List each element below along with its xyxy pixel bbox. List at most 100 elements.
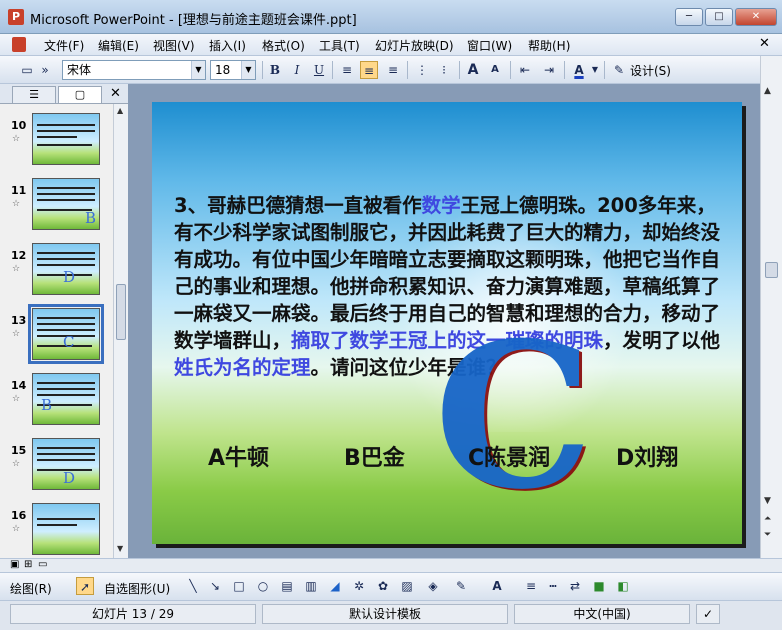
slide-editing-area: 3、哥赫巴德猜想一直被看作数学王冠上德明珠。200多年来，有不少科学家试图制服它… [128,84,760,558]
clipart-icon[interactable]: ✿ [374,577,392,595]
scroll-down-icon[interactable]: ▼ [764,496,771,506]
chevron-down-icon[interactable]: ▼ [590,61,600,79]
menu-tools[interactable]: 工具(T) [319,37,360,54]
menu-edit[interactable]: 编辑(E) [98,37,139,54]
scroll-up-icon[interactable]: ▲ [117,106,123,115]
slide-thumbnail-10[interactable] [32,113,100,165]
font-color-draw-icon[interactable]: A [488,577,506,595]
minimize-button[interactable]: ─ [675,8,703,26]
select-pointer-icon[interactable]: ➚ [76,577,94,595]
shadow-icon[interactable]: ■ [590,577,608,595]
menu-file[interactable]: 文件(F) [44,37,84,54]
slide-thumbnail-14[interactable]: B [32,373,100,425]
outline-tab[interactable]: ☰ [12,86,56,103]
scroll-up-icon[interactable]: ▲ [764,86,771,96]
slides-pane: ☰ ▢ ✕ 10 ☆ 11 ☆ B 12 ☆ D 13 ☆ C 14 ☆ B 1… [0,84,128,558]
textbox-icon[interactable]: ▤ [278,577,296,595]
maximize-button[interactable]: □ [705,8,733,26]
sorter-view-icon[interactable]: ⊞ [24,559,32,570]
line-icon[interactable]: ╲ [184,577,202,595]
scroll-thumb[interactable] [765,262,778,278]
grow-font-button[interactable]: A [464,61,482,79]
next-slide-icon[interactable]: ⏷ [764,530,771,540]
3d-icon[interactable]: ◧ [614,577,632,595]
close-pane-icon[interactable]: ✕ [110,86,121,101]
design-button[interactable]: 设计(S) [630,62,671,79]
answer-a[interactable]: A牛顿 [208,440,269,472]
align-center-icon[interactable]: ≡ [360,61,378,79]
transition-icon[interactable]: ☆ [12,394,20,404]
transition-icon[interactable]: ☆ [12,524,20,534]
rectangle-icon[interactable]: □ [230,577,248,595]
chevron-down-icon[interactable]: ▼ [191,61,205,79]
slide-thumbnail-12[interactable]: D [32,243,100,295]
new-document-icon[interactable]: ▭ [18,61,36,79]
document-close-icon[interactable]: ✕ [759,36,770,51]
slide-thumbnail-13[interactable]: C [28,304,104,364]
increase-indent-icon[interactable]: ⇥ [540,61,558,79]
document-icon[interactable] [12,37,26,52]
thumb-answer-letter: B [85,209,97,227]
slide-thumbnail-16[interactable] [32,503,100,555]
draw-menu[interactable]: 绘图(R) [10,580,52,597]
slide-thumbnail-11[interactable]: B [32,178,100,230]
oval-icon[interactable]: ○ [254,577,272,595]
menu-help[interactable]: 帮助(H) [528,37,570,54]
slide-number: 14 [11,379,27,392]
wordart-icon[interactable]: ◢ [326,577,344,595]
line-color-icon[interactable]: ✎ [452,577,470,595]
arrow-icon[interactable]: ↘ [206,577,224,595]
menu-insert[interactable]: 插入(I) [209,37,246,54]
transition-icon[interactable]: ☆ [12,459,20,469]
transition-icon[interactable]: ☆ [12,134,20,144]
powerpoint-app-icon[interactable]: P [8,9,24,25]
autoshapes-menu[interactable]: 自选图形(U) [104,580,170,597]
current-slide[interactable]: 3、哥赫巴德猜想一直被看作数学王冠上德明珠。200多年来，有不少科学家试图制服它… [152,102,742,544]
vertical-textbox-icon[interactable]: ▥ [302,577,320,595]
answer-d[interactable]: D刘翔 [616,440,678,472]
align-left-icon[interactable]: ≡ [338,61,356,79]
previous-slide-icon[interactable]: ⏶ [764,514,771,524]
shrink-font-button[interactable]: A [486,61,504,79]
align-right-icon[interactable]: ≡ [384,61,402,79]
transition-icon[interactable]: ☆ [12,264,20,274]
normal-view-icon[interactable]: ▣ [10,559,19,570]
line-style-icon[interactable]: ≡ [522,577,540,595]
decrease-indent-icon[interactable]: ⇤ [516,61,534,79]
scroll-thumb[interactable] [116,284,126,340]
underline-button[interactable]: U [310,61,328,79]
answer-c-wordart[interactable]: C [434,317,593,517]
picture-icon[interactable]: ▨ [398,577,416,595]
thumbnails-scrollbar[interactable]: ▲ ▼ [113,104,128,558]
italic-button[interactable]: I [288,61,306,79]
transition-icon[interactable]: ☆ [12,329,20,339]
spelling-icon[interactable]: ✓ [696,604,720,624]
numbering-icon[interactable]: ⋮ [413,61,431,79]
menu-slideshow[interactable]: 幻灯片放映(D) [375,37,454,54]
menu-view[interactable]: 视图(V) [153,37,195,54]
answer-b[interactable]: B巴金 [344,440,405,472]
slide-scrollbar[interactable]: ▲ ▼ ⏶ ⏷ [760,56,782,558]
transition-icon[interactable]: ☆ [12,199,20,209]
slideshow-view-icon[interactable]: ▭ [38,559,47,570]
menu-format[interactable]: 格式(O) [262,37,305,54]
font-color-button[interactable]: A [570,61,588,79]
font-name-select[interactable]: 宋体 ▼ [62,60,206,80]
diagram-icon[interactable]: ✲ [350,577,368,595]
fill-color-icon[interactable]: ◈ [424,577,442,595]
bold-button[interactable]: B [266,61,284,79]
toolbar-separator [459,61,460,79]
bullets-icon[interactable]: ⁝ [435,61,453,79]
toolbar-options-icon[interactable]: » [40,61,50,79]
chevron-down-icon[interactable]: ▼ [241,61,255,79]
scroll-down-icon[interactable]: ▼ [117,544,123,553]
slide-thumbnail-15[interactable]: D [32,438,100,490]
slides-tab[interactable]: ▢ [58,86,102,103]
font-size-select[interactable]: 18 ▼ [210,60,256,80]
menu-window[interactable]: 窗口(W) [467,37,512,54]
dash-style-icon[interactable]: ┅ [544,577,562,595]
answer-c[interactable]: C陈景润 [468,440,550,472]
design-icon[interactable]: ✎ [610,61,628,79]
arrow-style-icon[interactable]: ⇄ [566,577,584,595]
close-button[interactable]: ✕ [735,8,777,26]
